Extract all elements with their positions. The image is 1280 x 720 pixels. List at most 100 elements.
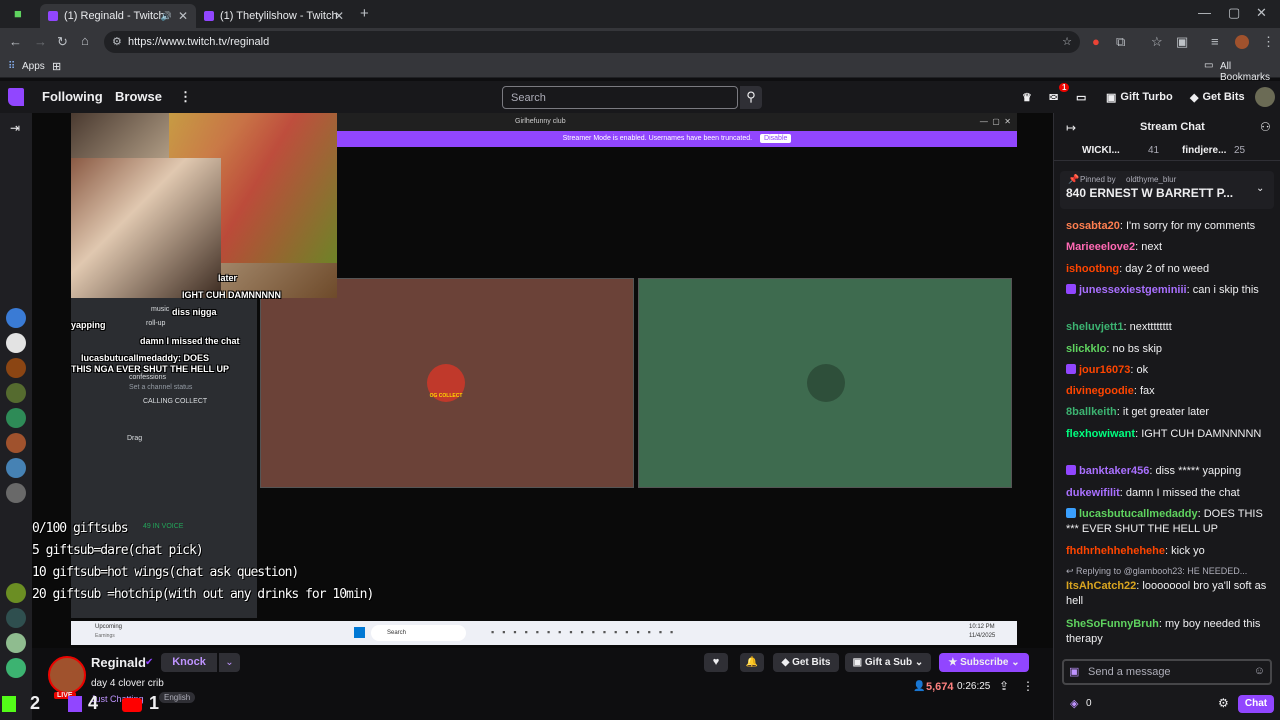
- notifications-bell-button[interactable]: 🔔: [740, 653, 764, 672]
- gift-sub-label: Gift a Sub: [864, 657, 913, 668]
- video-player[interactable]: Girlhefunny club — ▢ ✕ Streamer Mode is …: [32, 113, 1053, 648]
- chat-username[interactable]: banktaker456: [1079, 465, 1149, 477]
- knock-dropdown-icon[interactable]: ⌄: [219, 653, 240, 672]
- browser-tabbar: ■ (1) Reginald - Twitch 🔊 ✕ (1) Thetylil…: [0, 0, 1280, 28]
- chat-username[interactable]: lucasbutucallmedaddy: [1079, 508, 1198, 520]
- followed-channel-avatar[interactable]: [6, 358, 26, 378]
- tab-search-icon[interactable]: ▣: [1176, 34, 1188, 50]
- chat-username[interactable]: 8ballkeith: [1066, 406, 1117, 418]
- followed-channel-avatar[interactable]: [6, 583, 26, 603]
- all-bookmarks-link[interactable]: All Bookmarks: [1220, 61, 1280, 83]
- profile-avatar[interactable]: [1235, 35, 1249, 49]
- new-tab-icon[interactable]: +: [360, 5, 369, 22]
- twitch-logo-icon[interactable]: [8, 88, 24, 106]
- media-icon[interactable]: ≡: [1211, 34, 1219, 49]
- more-options-icon[interactable]: ⋮: [1022, 679, 1034, 693]
- nav-following[interactable]: Following: [42, 89, 103, 104]
- knock-button[interactable]: Knock: [161, 653, 217, 672]
- site-info-icon[interactable]: ⚙: [112, 31, 122, 53]
- followed-channel-avatar[interactable]: [6, 433, 26, 453]
- browser-menu-dots-icon[interactable]: ⋮: [1262, 34, 1275, 50]
- chat-username[interactable]: fhdhrhehhehehehe: [1066, 545, 1165, 557]
- bookmarks-icon[interactable]: ☆: [1151, 34, 1163, 50]
- back-icon[interactable]: ←: [9, 34, 22, 49]
- chat-username[interactable]: SheSoFunnyBruh: [1066, 618, 1159, 630]
- get-bits-button[interactable]: ◆ Get Bits: [1190, 88, 1245, 106]
- get-bits-player-button[interactable]: ◆ Get Bits: [773, 653, 839, 672]
- chat-username[interactable]: dukewifilit: [1066, 487, 1120, 499]
- channel-points-icon[interactable]: ◈: [1070, 697, 1078, 710]
- follow-heart-button[interactable]: ♥: [704, 653, 728, 672]
- nav-more-icon[interactable]: ⋮: [179, 89, 192, 105]
- forward-icon[interactable]: →: [34, 34, 47, 49]
- bookmark-star-icon[interactable]: ☆: [1062, 31, 1072, 53]
- expand-sidebar-icon[interactable]: ⇥: [10, 121, 20, 135]
- chat-message: SheSoFunnyBruh: my boy needed this thera…: [1066, 618, 1261, 645]
- expand-pinned-icon[interactable]: ⌄: [1256, 183, 1264, 194]
- tab-reginald[interactable]: (1) Reginald - Twitch 🔊 ✕: [40, 4, 196, 28]
- search-button[interactable]: ⚲: [740, 86, 762, 109]
- chat-username[interactable]: sheluvjett1: [1066, 321, 1123, 333]
- collapse-chat-icon[interactable]: ↦: [1066, 121, 1076, 135]
- browser-menu-icon[interactable]: ■: [14, 6, 22, 21]
- channel-name[interactable]: Reginald: [91, 655, 146, 670]
- chat-username[interactable]: ishootbng: [1066, 263, 1119, 275]
- prime-crown-icon[interactable]: ♛: [1022, 88, 1032, 106]
- followed-channel-avatar[interactable]: [6, 383, 26, 403]
- maximize-icon[interactable]: ▢: [1228, 5, 1240, 21]
- followed-channel-avatar[interactable]: [6, 333, 26, 353]
- minimize-icon[interactable]: —: [1198, 5, 1211, 20]
- bits-icon[interactable]: ▣: [1069, 665, 1079, 678]
- pinned-message[interactable]: 📌 Pinned by oldthyme_blur 840 ERNEST W B…: [1060, 171, 1274, 209]
- chat-username[interactable]: slickklo: [1066, 343, 1106, 355]
- nav-browse[interactable]: Browse: [115, 89, 162, 104]
- home-icon[interactable]: ⌂: [81, 33, 89, 48]
- whispers-icon[interactable]: ▭: [1076, 88, 1086, 106]
- chat-input[interactable]: ▣ Send a message ☺: [1062, 659, 1272, 685]
- followed-channel-avatar[interactable]: [6, 483, 26, 503]
- close-window-icon[interactable]: ✕: [1256, 5, 1267, 21]
- gifter-name[interactable]: WICKI...: [1082, 145, 1120, 156]
- channel-avatar[interactable]: [48, 656, 86, 694]
- inbox-icon[interactable]: ✉ 1: [1049, 83, 1070, 106]
- close-tab-icon[interactable]: ✕: [334, 9, 344, 23]
- apps-grid-icon[interactable]: ⠿: [8, 61, 15, 72]
- followed-channel-avatar[interactable]: [6, 408, 26, 428]
- gifter-name[interactable]: findjere...: [1182, 145, 1226, 156]
- verified-icon: ✔: [145, 657, 154, 668]
- followed-channel-avatar[interactable]: [6, 633, 26, 653]
- chat-message: lucasbutucallmedaddy: DOES THIS *** EVER…: [1066, 508, 1263, 535]
- extension-icon[interactable]: ●: [1092, 34, 1100, 49]
- search-input[interactable]: Search: [502, 86, 738, 109]
- extensions-puzzle-icon[interactable]: ⧉: [1116, 34, 1125, 50]
- community-icon[interactable]: ⚇: [1260, 120, 1271, 134]
- chat-settings-icon[interactable]: ⚙: [1218, 696, 1229, 710]
- followed-channel-avatar[interactable]: [6, 458, 26, 478]
- tab-thetylilshow[interactable]: (1) Thetylilshow - Twitch ✕: [196, 4, 352, 28]
- gift-turbo-button[interactable]: ▣ Gift Turbo: [1106, 88, 1173, 106]
- chat-username[interactable]: jour16073: [1079, 364, 1130, 376]
- followed-channel-avatar[interactable]: [6, 308, 26, 328]
- chat-username[interactable]: junessexiestgeminiii: [1079, 284, 1187, 296]
- chat-username[interactable]: divinegoodie: [1066, 385, 1134, 397]
- gift-sub-button[interactable]: ▣ Gift a Sub ⌄: [845, 653, 931, 672]
- chat-username[interactable]: ItsAhCatch22: [1066, 580, 1136, 592]
- sub-badge-icon: [1066, 364, 1076, 374]
- url-input[interactable]: ⚙ https://www.twitch.tv/reginald ☆: [104, 31, 1080, 53]
- chat-username[interactable]: sosabta20: [1066, 220, 1120, 232]
- emote-picker-icon[interactable]: ☺: [1254, 665, 1265, 677]
- apps-link[interactable]: Apps: [22, 61, 45, 72]
- language-tag[interactable]: English: [159, 692, 196, 703]
- tab-groups-icon[interactable]: ⊞: [52, 60, 61, 73]
- user-avatar[interactable]: [1255, 87, 1275, 107]
- followed-channel-avatar[interactable]: [6, 608, 26, 628]
- subscribe-button[interactable]: ★ Subscribe ⌄: [939, 653, 1029, 672]
- chat-username[interactable]: flexhowiwant: [1066, 428, 1135, 440]
- chat-send-button[interactable]: Chat: [1238, 695, 1274, 713]
- share-icon[interactable]: ⇪: [999, 679, 1009, 693]
- chat-username[interactable]: Marieeelove2: [1066, 241, 1135, 253]
- close-tab-icon[interactable]: ✕: [178, 9, 188, 23]
- followed-channel-avatar[interactable]: [6, 658, 26, 678]
- chat-text: damn I missed the chat: [1125, 487, 1240, 499]
- reload-icon[interactable]: ↻: [57, 34, 68, 50]
